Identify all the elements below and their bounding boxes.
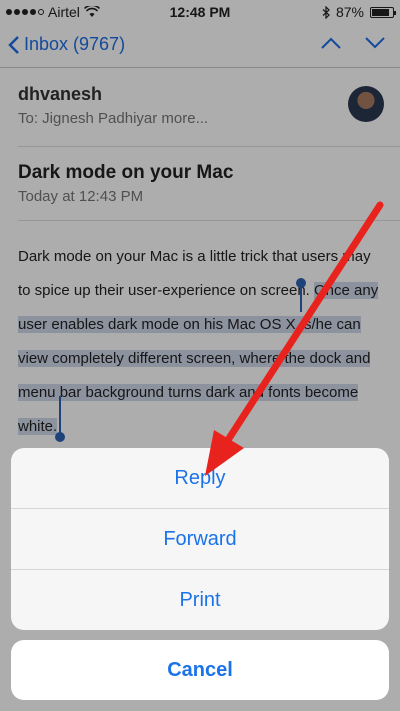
forward-button[interactable]: Forward (11, 509, 389, 570)
print-button[interactable]: Print (11, 570, 389, 630)
cancel-button[interactable]: Cancel (11, 640, 389, 700)
reply-button[interactable]: Reply (11, 448, 389, 509)
action-sheet: Reply Forward Print (11, 448, 389, 630)
